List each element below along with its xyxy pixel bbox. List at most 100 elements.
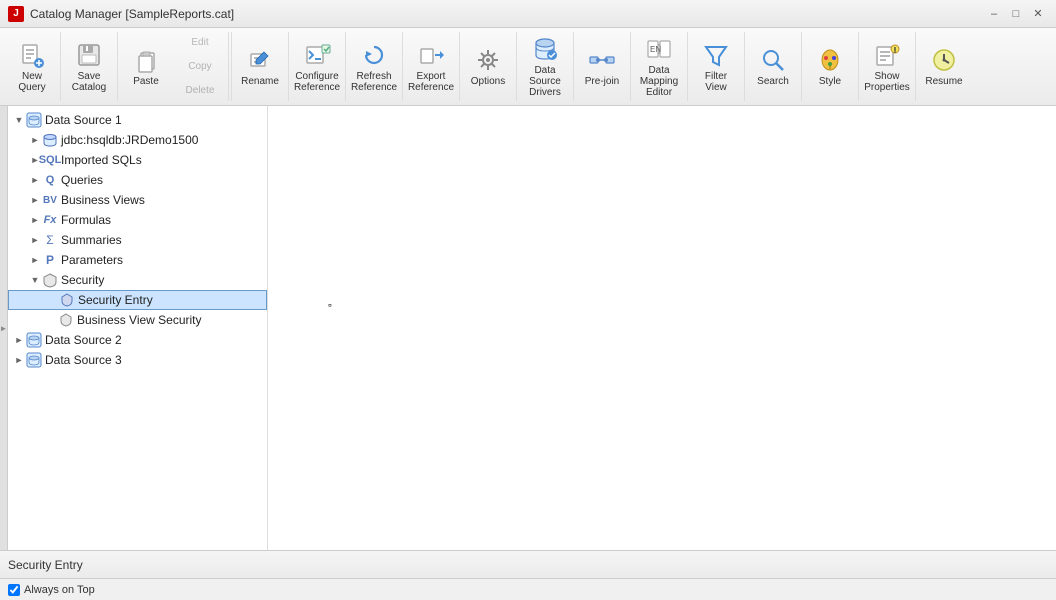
- pre-join-label: Pre-join: [585, 76, 619, 87]
- status-bar: Security Entry: [0, 550, 1056, 578]
- bv-icon: BV: [42, 192, 58, 208]
- expand-jdbc: ►: [28, 133, 42, 147]
- paste-button[interactable]: Paste: [120, 33, 172, 101]
- tree-item-bv-security[interactable]: Business View Security: [8, 310, 267, 330]
- rename-button[interactable]: Rename: [234, 33, 286, 101]
- security-label: Security: [61, 273, 104, 287]
- new-query-icon: [18, 41, 46, 69]
- sql-icon: SQL: [42, 152, 58, 168]
- expand-bviews: ►: [28, 193, 42, 207]
- style-label: Style: [819, 76, 841, 87]
- export-icon: [417, 41, 445, 69]
- pre-join-button[interactable]: Pre-join: [576, 33, 628, 101]
- formulas-label: Formulas: [61, 213, 111, 227]
- delete-button[interactable]: Delete: [176, 79, 224, 101]
- expand-queries: ►: [28, 173, 42, 187]
- show-properties-button[interactable]: Show Properties: [861, 33, 913, 101]
- close-button[interactable]: ✕: [1028, 4, 1048, 24]
- data-source-drivers-button[interactable]: Data Source Drivers: [519, 33, 571, 101]
- tree-item-imported-sqls[interactable]: ► SQL Imported SQLs: [8, 150, 267, 170]
- save-icon: [75, 41, 103, 69]
- ds3-icon: [26, 352, 42, 368]
- configure-reference-label: Configure Reference: [294, 71, 340, 93]
- tree-item-parameters[interactable]: ► P Parameters: [8, 250, 267, 270]
- fx-icon: Fx: [42, 212, 58, 228]
- refresh-reference-button[interactable]: Refresh Reference: [348, 33, 400, 101]
- style-icon: [816, 46, 844, 74]
- copy-button[interactable]: Copy: [176, 56, 224, 78]
- security-icon: [42, 272, 58, 288]
- tree-item-formulas[interactable]: ► Fx Formulas: [8, 210, 267, 230]
- parameters-label: Parameters: [61, 253, 123, 267]
- tree-item-security-entry[interactable]: Security Entry: [8, 290, 267, 310]
- options-button[interactable]: Options: [462, 33, 514, 101]
- new-query-label: New Query: [18, 71, 45, 93]
- app-icon: J: [8, 6, 24, 22]
- jdbc-label: jdbc:hsqldb:JRDemo1500: [61, 133, 198, 147]
- expand-summaries: ►: [28, 233, 42, 247]
- summaries-label: Summaries: [61, 233, 122, 247]
- tree-item-ds3[interactable]: ► Data Source 3: [8, 350, 267, 370]
- bottom-bar: Always on Top: [0, 578, 1056, 600]
- resume-label: Resume: [925, 76, 962, 87]
- bviews-label: Business Views: [61, 193, 145, 207]
- expand-ds3: ►: [12, 353, 26, 367]
- tree-panel: ▼ Data Source 1 ► jdbc:hsqldb:JRDemo1500…: [8, 106, 268, 550]
- configure-reference-button[interactable]: Configure Reference: [291, 33, 343, 101]
- show-properties-icon: [873, 41, 901, 69]
- bv-security-icon: [58, 312, 74, 328]
- search-button[interactable]: Search: [747, 33, 799, 101]
- new-query-button[interactable]: New Query: [6, 33, 58, 101]
- data-mapping-label: Data Mapping Editor: [636, 65, 682, 98]
- resume-icon: [930, 46, 958, 74]
- search-icon: [759, 46, 787, 74]
- security-entry-label: Security Entry: [78, 293, 153, 307]
- tree-item-summaries[interactable]: ► Σ Summaries: [8, 230, 267, 250]
- filter-view-label: Filter View: [705, 71, 727, 93]
- data-mapping-editor-button[interactable]: EN Data Mapping Editor: [633, 33, 685, 101]
- queries-label: Queries: [61, 173, 103, 187]
- expand-ds2: ►: [12, 333, 26, 347]
- expand-security: ▼: [28, 273, 42, 287]
- edit-button[interactable]: Edit: [176, 32, 224, 54]
- bv-security-label: Business View Security: [77, 313, 202, 327]
- filter-icon: [702, 41, 730, 69]
- show-properties-label: Show Properties: [864, 71, 910, 93]
- always-on-top-wrap[interactable]: Always on Top: [8, 584, 95, 596]
- expand-parameters: ►: [28, 253, 42, 267]
- datamapping-icon: EN: [645, 35, 673, 63]
- resume-button[interactable]: Resume: [918, 33, 970, 101]
- options-label: Options: [471, 76, 505, 87]
- query-icon: Q: [42, 172, 58, 188]
- minimize-button[interactable]: –: [984, 4, 1004, 24]
- configure-icon: [303, 41, 331, 69]
- toolbar: New Query Save Catalog: [0, 28, 1056, 106]
- ds1-label: Data Source 1: [45, 113, 122, 127]
- rename-label: Rename: [241, 76, 279, 87]
- tree-item-security[interactable]: ▼ Security: [8, 270, 267, 290]
- tree-item-queries[interactable]: ► Q Queries: [8, 170, 267, 190]
- expand-ds1: ▼: [12, 113, 26, 127]
- always-on-top-checkbox[interactable]: [8, 584, 20, 596]
- style-button[interactable]: Style: [804, 33, 856, 101]
- options-icon: [474, 46, 502, 74]
- ds1-icon: [26, 112, 42, 128]
- ds2-icon: [26, 332, 42, 348]
- tree-item-bviews[interactable]: ► BV Business Views: [8, 190, 267, 210]
- tree-item-ds1[interactable]: ▼ Data Source 1: [8, 110, 267, 130]
- datasource-icon: [531, 35, 559, 63]
- save-catalog-label: Save Catalog: [72, 71, 106, 93]
- content-area: ⬞: [268, 106, 1056, 550]
- search-label: Search: [757, 76, 789, 87]
- save-catalog-button[interactable]: Save Catalog: [63, 33, 115, 101]
- maximize-button[interactable]: □: [1006, 4, 1026, 24]
- export-reference-label: Export Reference: [408, 71, 454, 93]
- paste-label: Paste: [133, 76, 159, 87]
- export-reference-button[interactable]: Export Reference: [405, 33, 457, 101]
- filter-view-button[interactable]: Filter View: [690, 33, 742, 101]
- sigma-icon: Σ: [42, 232, 58, 248]
- tree-item-jdbc[interactable]: ► jdbc:hsqldb:JRDemo1500: [8, 130, 267, 150]
- collapse-tab[interactable]: ►: [0, 106, 8, 550]
- window-title: Catalog Manager [SampleReports.cat]: [30, 7, 234, 21]
- tree-item-ds2[interactable]: ► Data Source 2: [8, 330, 267, 350]
